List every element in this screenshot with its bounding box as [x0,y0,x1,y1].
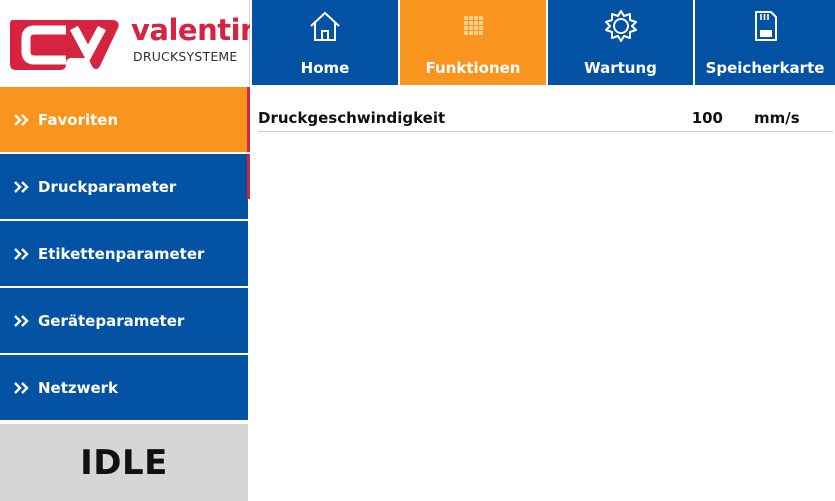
grid-icon [464,16,483,35]
sidebar-item-label: Etikettenparameter [38,244,205,263]
tab-home[interactable]: Home [250,0,398,85]
brand-logo: valentin DRUCKSYSTEME [0,0,261,85]
sidebar-item-druckparameter[interactable]: Druckparameter [0,154,250,219]
status-indicator: IDLE [0,424,248,501]
double-chevron-right-icon [14,247,29,260]
sidebar-item-netzwerk[interactable]: Netzwerk [0,355,248,420]
tab-home-label: Home [300,59,350,77]
sidebar-item-etikettenparameter[interactable]: Etikettenparameter [0,221,248,286]
parameter-unit: mm/s [754,109,800,127]
top-navigation: Home Funktionen Wartung Speicherkarte [250,0,835,85]
tab-funktionen-label: Funktionen [425,59,521,77]
brand-name: valentin [131,13,261,47]
sidebar-item-label: Favoriten [38,110,119,129]
main-content: Druckgeschwindigkeit 100 mm/s [248,85,835,501]
home-icon [310,11,340,41]
tab-wartung-label: Wartung [584,59,657,77]
parameter-row[interactable]: Druckgeschwindigkeit 100 mm/s [258,103,833,132]
tab-wartung[interactable]: Wartung [546,0,693,85]
tab-speicherkarte[interactable]: Speicherkarte [693,0,835,85]
parameter-name: Druckgeschwindigkeit [258,109,446,127]
sidebar-item-label: Netzwerk [38,378,119,397]
tab-speicherkarte-label: Speicherkarte [705,59,825,77]
side-navigation: Favoriten Druckparameter Etikettenparame… [0,85,250,420]
double-chevron-right-icon [14,113,29,126]
sidebar-item-geraeteparameter[interactable]: Geräteparameter [0,288,248,353]
double-chevron-right-icon [14,381,29,394]
sidebar-item-label: Druckparameter [38,177,177,196]
parameter-value: 100 [691,109,723,127]
double-chevron-right-icon [14,180,29,193]
brand-subtitle: DRUCKSYSTEME [133,49,238,64]
double-chevron-right-icon [14,314,29,327]
gear-icon [604,10,637,42]
cv-logo-icon [10,20,119,70]
tab-funktionen[interactable]: Funktionen [398,0,546,85]
sidebar-item-favoriten[interactable]: Favoriten [0,87,250,152]
sidebar-item-label: Geräteparameter [38,311,185,330]
sd-card-icon [755,11,777,41]
